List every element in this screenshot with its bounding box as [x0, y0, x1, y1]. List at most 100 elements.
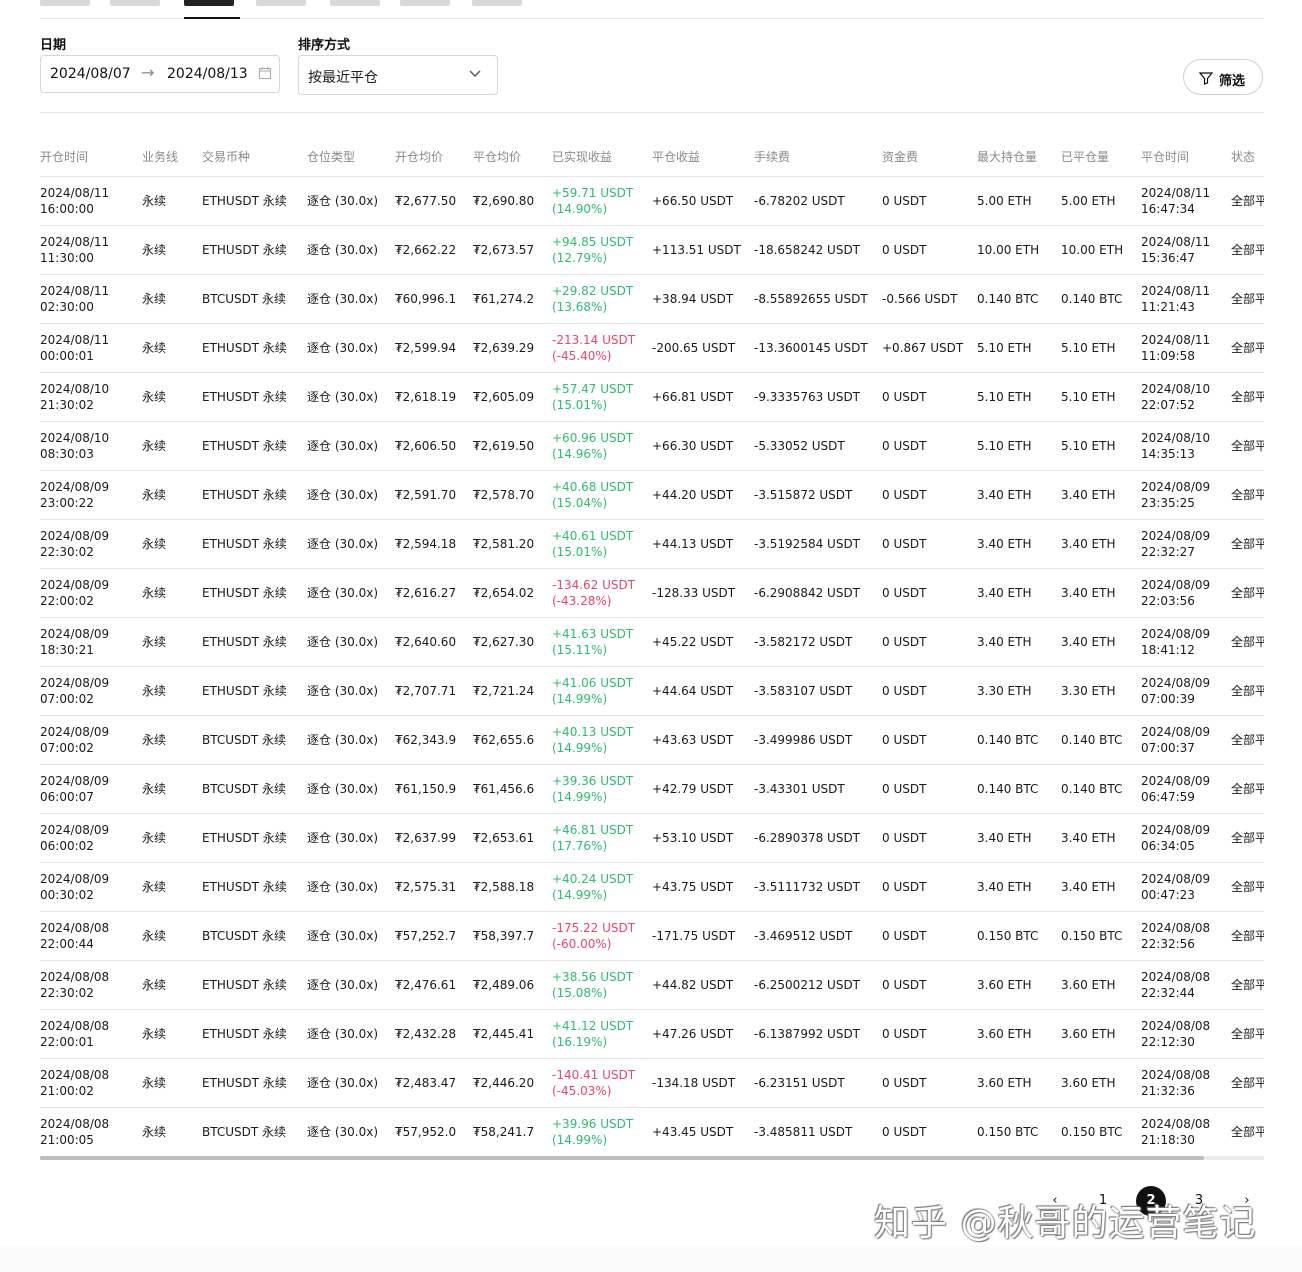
close-price-cell-close-price: ₮2,588.18 [473, 880, 535, 894]
table-row[interactable]: 2024/08/09 23:00:22 永续 ETHUSDT 永续 逐仓 (30.0x)… [40, 470, 1264, 520]
funding-cell: 0 USDT [882, 1107, 977, 1157]
funding-cell-funding: -0.566 USDT [882, 292, 958, 306]
symbol-cell-symbol: ETHUSDT 永续 [202, 684, 287, 698]
status-cell-status: 全部平 [1231, 733, 1264, 747]
funding-cell-funding: 0 USDT [882, 1125, 927, 1139]
tab-6[interactable] [400, 0, 450, 6]
close-pnl-cell-close-pnl: +44.13 USDT [652, 537, 734, 551]
open-price-cell: ₮2,618.19 [395, 372, 473, 422]
table-row[interactable]: 2024/08/09 06:00:07 永续 BTCUSDT 永续 逐仓 (30.0x)… [40, 764, 1264, 814]
table-row[interactable]: 2024/08/10 08:30:03 永续 ETHUSDT 永续 逐仓 (30.0x)… [40, 421, 1264, 471]
open-time-cell: 2024/08/09 23:00:22 [40, 470, 142, 520]
close-pnl-cell-close-pnl: +66.81 USDT [652, 390, 734, 404]
fee-cell-fee: -13.3600145 USDT [754, 341, 868, 355]
open-time-cell: 2024/08/09 07:00:02 [40, 715, 142, 765]
symbol-cell: ETHUSDT 永续 [202, 372, 307, 422]
table-row[interactable]: 2024/08/08 22:00:44 永续 BTCUSDT 永续 逐仓 (30.0x)… [40, 911, 1264, 961]
closed-qty-cell-closed-qty: 3.40 ETH [1061, 635, 1116, 649]
date-start[interactable]: 2024/08/07 [50, 66, 131, 82]
realized-pnl-cell: +40.61 USDT (15.01%) [552, 519, 652, 569]
closed-qty-cell-closed-qty: 0.140 BTC [1061, 782, 1123, 796]
close-price-cell-close-price: ₮2,581.20 [473, 537, 535, 551]
table-row[interactable]: 2024/08/09 22:30:02 永续 ETHUSDT 永续 逐仓 (30.0x)… [40, 519, 1264, 569]
business-line-cell-line: 永续 [142, 978, 167, 992]
close-pnl-cell-close-pnl: +43.75 USDT [652, 880, 734, 894]
open-time-cell-open-time: 02:30:00 [40, 300, 94, 314]
tab-5[interactable] [330, 0, 380, 6]
business-line-cell: 永续 [142, 1009, 202, 1059]
table-row[interactable]: 2024/08/10 21:30:02 永续 ETHUSDT 永续 逐仓 (30.0x)… [40, 372, 1264, 422]
symbol-cell-symbol: BTCUSDT 永续 [202, 929, 287, 943]
column-header: 已平仓量 [1061, 136, 1141, 177]
table-row[interactable]: 2024/08/08 21:00:02 永续 ETHUSDT 永续 逐仓 (30.0x)… [40, 1058, 1264, 1108]
margin-type-cell-margin: 逐仓 (30.0x) [307, 978, 378, 992]
table-row[interactable]: 2024/08/08 22:30:02 永续 ETHUSDT 永续 逐仓 (30.0x)… [40, 960, 1264, 1010]
table-row[interactable]: 2024/08/11 16:00:00 永续 ETHUSDT 永续 逐仓 (30.0x)… [40, 176, 1264, 226]
date-range-picker[interactable]: 2024/08/07 → 2024/08/13 [40, 55, 280, 93]
margin-type-cell: 逐仓 (30.0x) [307, 960, 395, 1010]
close-time-cell-close-date: 2024/08/09 [1141, 529, 1211, 543]
tab-7[interactable] [472, 0, 522, 6]
filter-button[interactable]: 筛选 [1183, 59, 1263, 95]
max-position-cell: 3.60 ETH [977, 960, 1061, 1010]
symbol-cell: BTCUSDT 永续 [202, 715, 307, 765]
horizontal-scrollbar[interactable] [40, 1156, 1264, 1160]
scrollbar-thumb[interactable] [40, 1156, 1204, 1160]
open-time-cell-open-date: 2024/08/09 [40, 872, 110, 886]
table-row[interactable]: 2024/08/11 00:00:01 永续 ETHUSDT 永续 逐仓 (30.0x)… [40, 323, 1264, 373]
funding-cell: 0 USDT [882, 372, 977, 422]
open-price-cell: ₮57,252.7 [395, 911, 473, 961]
close-pnl-cell-close-pnl: -200.65 USDT [652, 341, 736, 355]
close-pnl-cell: +66.50 USDT [652, 176, 754, 226]
table-row[interactable]: 2024/08/09 18:30:21 永续 ETHUSDT 永续 逐仓 (30.0x)… [40, 617, 1264, 667]
open-price-cell-open-price: ₮57,952.0 [395, 1125, 457, 1139]
tab-4[interactable] [256, 0, 306, 6]
symbol-cell: ETHUSDT 永续 [202, 568, 307, 618]
open-time-cell: 2024/08/09 06:00:02 [40, 813, 142, 863]
filter-icon [1199, 72, 1213, 85]
realized-pnl-cell-pnl: +41.12 USDT [552, 1019, 634, 1033]
table-row[interactable]: 2024/08/08 21:00:05 永续 BTCUSDT 永续 逐仓 (30.0x)… [40, 1107, 1264, 1157]
calendar-icon[interactable] [259, 67, 271, 79]
close-time-cell-close-date: 2024/08/09 [1141, 578, 1211, 592]
sort-select[interactable]: 按最近平仓 [298, 55, 498, 95]
open-time-cell-open-date: 2024/08/11 [40, 333, 110, 347]
tab-1[interactable] [40, 0, 90, 6]
max-position-cell-max-pos: 3.40 ETH [977, 831, 1032, 845]
tab-active[interactable] [184, 0, 234, 6]
tab-2[interactable] [110, 0, 160, 6]
column-header: 已实现收益 [552, 136, 652, 177]
date-end[interactable]: 2024/08/13 [167, 66, 248, 82]
close-time-cell-close-time: 22:12:30 [1141, 1035, 1195, 1049]
close-pnl-cell-close-pnl: +45.22 USDT [652, 635, 734, 649]
table-row[interactable]: 2024/08/09 22:00:02 永续 ETHUSDT 永续 逐仓 (30.0x)… [40, 568, 1264, 618]
table-row[interactable]: 2024/08/09 00:30:02 永续 ETHUSDT 永续 逐仓 (30.0x)… [40, 862, 1264, 912]
close-price-cell-close-price: ₮61,456.6 [473, 782, 535, 796]
funding-cell: 0 USDT [882, 421, 977, 471]
funding-cell-funding: 0 USDT [882, 978, 927, 992]
realized-pnl-cell: +39.36 USDT (14.99%) [552, 764, 652, 814]
open-price-cell: ₮57,952.0 [395, 1107, 473, 1157]
table-row[interactable]: 2024/08/09 06:00:02 永续 ETHUSDT 永续 逐仓 (30.0x)… [40, 813, 1264, 863]
close-price-cell: ₮2,446.20 [473, 1058, 552, 1108]
table-row[interactable]: 2024/08/11 11:30:00 永续 ETHUSDT 永续 逐仓 (30.0x)… [40, 225, 1264, 275]
table-row[interactable]: 2024/08/11 02:30:00 永续 BTCUSDT 永续 逐仓 (30.0x)… [40, 274, 1264, 324]
column-header: 状态 [1231, 136, 1264, 177]
closed-qty-cell: 3.40 ETH [1061, 519, 1141, 569]
table-row[interactable]: 2024/08/09 07:00:02 永续 BTCUSDT 永续 逐仓 (30.0x)… [40, 715, 1264, 765]
realized-pnl-cell-pnl: +39.36 USDT [552, 774, 634, 788]
close-pnl-cell: +45.22 USDT [652, 617, 754, 667]
business-line-cell-line: 永续 [142, 1076, 167, 1090]
close-price-cell: ₮2,581.20 [473, 519, 552, 569]
funding-cell-funding: 0 USDT [882, 243, 927, 257]
symbol-cell-symbol: BTCUSDT 永续 [202, 782, 287, 796]
funding-cell-funding: 0 USDT [882, 194, 927, 208]
margin-type-cell-margin: 逐仓 (30.0x) [307, 292, 378, 306]
table-row[interactable]: 2024/08/08 22:00:01 永续 ETHUSDT 永续 逐仓 (30.0x)… [40, 1009, 1264, 1059]
close-pnl-cell-close-pnl: -128.33 USDT [652, 586, 736, 600]
status-cell: 全部平 [1231, 1058, 1264, 1108]
close-pnl-cell: +66.81 USDT [652, 372, 754, 422]
table-row[interactable]: 2024/08/09 07:00:02 永续 ETHUSDT 永续 逐仓 (30.0x)… [40, 666, 1264, 716]
table-header-row: 开仓时间 业务线 交易币种 仓位类型 开仓均价 平仓均价 已实现收益 平仓收益 手续费 资金费 最大… [40, 136, 1264, 177]
realized-pnl-cell: +41.06 USDT (14.99%) [552, 666, 652, 716]
